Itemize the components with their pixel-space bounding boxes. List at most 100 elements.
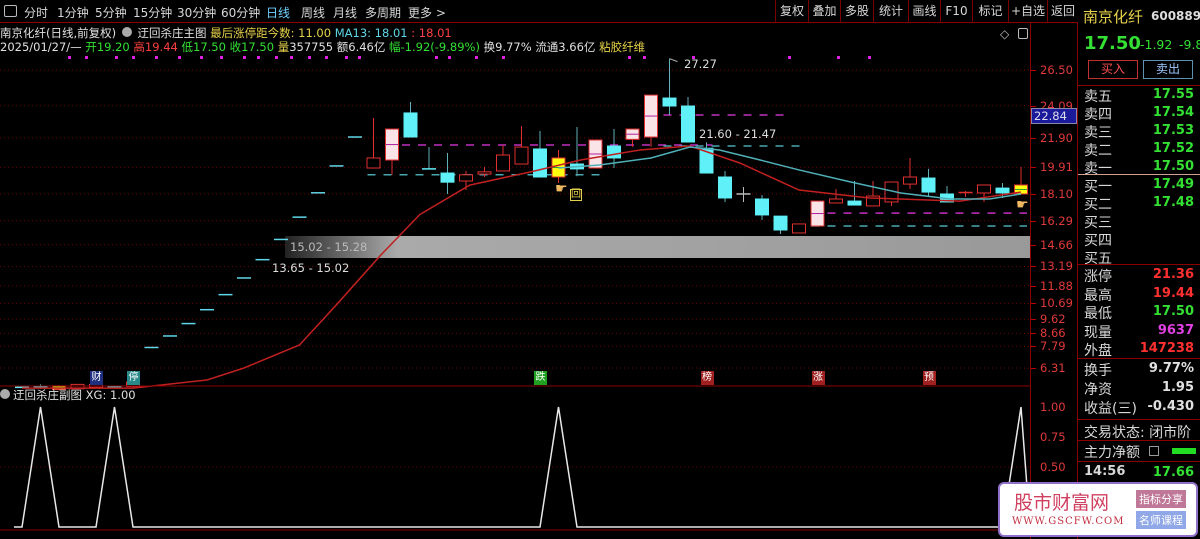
sub-axis-tick: 0.75	[1040, 430, 1066, 444]
candle	[403, 102, 418, 138]
signal-dot	[85, 56, 88, 59]
back-button[interactable]: 返回	[1047, 0, 1078, 23]
bid-row-value: 17.48	[1152, 195, 1194, 210]
candle	[884, 181, 899, 206]
divider	[1078, 461, 1200, 462]
candle	[773, 215, 788, 234]
candle	[866, 180, 880, 207]
price-chart[interactable]	[0, 0, 1030, 539]
main-net-bar	[1172, 448, 1196, 454]
candle	[681, 97, 695, 143]
tick-mark	[1031, 193, 1036, 195]
stock-name: 南京化纤	[1083, 8, 1144, 26]
signal-dot	[868, 56, 871, 59]
sub-chart-title[interactable]: 迂回杀庄副图	[13, 388, 82, 402]
candle	[588, 139, 603, 169]
axis-tick: 26.50	[1040, 63, 1073, 77]
watermark-banner[interactable]: 股市财富网 WWW.GSCFW.COM 指标分享 名师课程	[998, 482, 1198, 537]
tick-mark	[1031, 346, 1036, 348]
stat-row-value: -0.430	[1147, 399, 1194, 414]
axis-tick: 13.19	[1040, 259, 1073, 274]
ask-row-label: 卖五	[1084, 89, 1112, 105]
high-pointer	[669, 58, 678, 63]
signal-dot	[243, 56, 246, 59]
main-net-toggle-icon[interactable]	[1149, 446, 1159, 456]
ma-long-line	[22, 145, 1022, 389]
hand-pointer-icon: ☛	[555, 181, 568, 197]
candle	[662, 58, 677, 116]
axis-tick: 19.91	[1040, 160, 1073, 175]
buy-button[interactable]: 买入	[1088, 60, 1138, 79]
axis-tick: 10.69	[1040, 296, 1073, 311]
tick-price: 17.66	[1152, 465, 1194, 480]
bid-row-label: 买二	[1084, 197, 1112, 213]
candle	[1014, 166, 1028, 195]
signal-dot	[257, 56, 260, 59]
signal-marker[interactable]: 榜	[700, 371, 714, 385]
signal-marker[interactable]: 停	[127, 371, 140, 385]
main-net-label: 主力净额	[1084, 445, 1140, 461]
candle	[903, 157, 917, 189]
candle	[625, 128, 640, 147]
candle-body	[477, 171, 492, 175]
signal-dot	[475, 56, 478, 59]
signal-marker[interactable]: 跌	[534, 371, 547, 385]
candle	[810, 200, 825, 227]
sub-axis-tick: 0.50	[1040, 460, 1066, 474]
candle-body	[533, 148, 547, 178]
signal-dot	[155, 56, 158, 59]
candle-body	[792, 223, 806, 234]
signal-dot	[290, 56, 293, 59]
price-change-pct: -9.8	[1179, 37, 1200, 52]
divider	[1078, 358, 1200, 359]
stat-row-value: 147238	[1139, 341, 1194, 356]
course-link[interactable]: 名师课程	[1136, 511, 1186, 529]
ask-row-label: 卖三	[1084, 125, 1112, 141]
tick-mark	[1031, 167, 1036, 169]
tick-mark	[1031, 319, 1036, 321]
ask-row-label: 卖四	[1084, 107, 1112, 123]
tick-mark	[1031, 285, 1036, 287]
trade-status: 交易状态: 闭市阶	[1084, 425, 1192, 441]
candle	[736, 187, 751, 202]
stat-row-label: 现量	[1084, 324, 1112, 341]
candle-body	[366, 157, 381, 169]
stat-row-label: 净资	[1084, 382, 1112, 398]
candle	[921, 168, 936, 197]
candle-body	[829, 198, 843, 204]
axis-tick: 11.88	[1040, 278, 1073, 293]
candle-body	[718, 176, 732, 199]
candle-body	[459, 174, 473, 182]
signal-marker[interactable]: 财	[90, 371, 103, 385]
signal-dot	[502, 56, 505, 59]
sub-indicator-menu-icon[interactable]	[0, 389, 10, 399]
bid-row-label: 买五	[1084, 251, 1112, 267]
stat-row-value: 17.50	[1152, 304, 1194, 319]
sell-button[interactable]: 卖出	[1143, 60, 1193, 79]
range-label: 21.60 - 21.47	[699, 127, 777, 141]
signal-marker[interactable]: 预	[922, 371, 936, 385]
signal-dot	[68, 56, 71, 59]
bid-row-label: 买一	[1084, 179, 1112, 195]
tick-mark	[1031, 333, 1036, 335]
hand-pointer-icon: ☛	[1016, 197, 1029, 213]
axis-tick: 7.79	[1040, 339, 1066, 354]
stat-row-value: 9.77%	[1148, 361, 1194, 376]
candle-body	[681, 105, 695, 143]
watermark-title: 股市财富网	[1014, 492, 1110, 514]
signal-dot	[200, 56, 203, 59]
signal-dot	[308, 56, 311, 59]
candle-body	[977, 184, 991, 194]
signal-dot	[358, 56, 361, 59]
candle	[718, 170, 732, 202]
candle-body	[903, 176, 917, 185]
ask-row-value: 17.50	[1152, 159, 1194, 174]
tick-mark	[1031, 303, 1036, 305]
signal-marker[interactable]: 涨	[811, 371, 825, 385]
xg-line	[14, 406, 1030, 528]
ma13-line	[558, 146, 1022, 200]
candle-body	[496, 154, 510, 172]
axis-tick: 6.31	[1040, 361, 1066, 375]
ask-row-value: 17.52	[1152, 141, 1194, 156]
indicator-share-link[interactable]: 指标分享	[1136, 490, 1186, 508]
